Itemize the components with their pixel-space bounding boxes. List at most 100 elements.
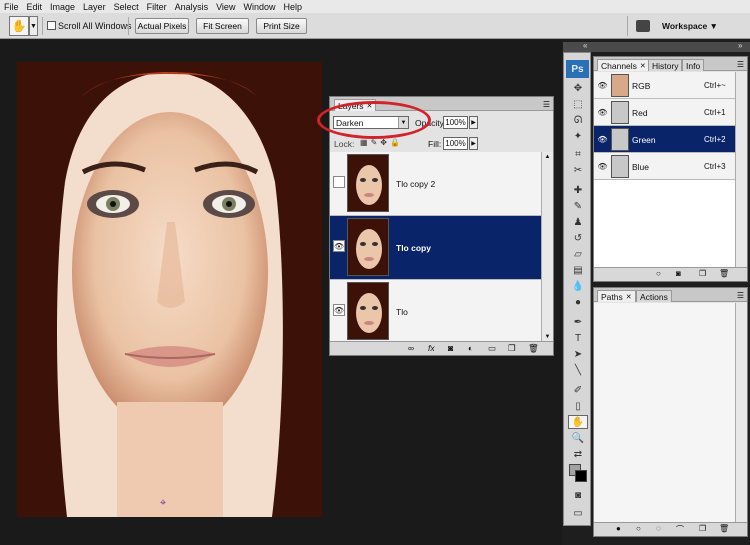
eye-icon[interactable]: 👁 xyxy=(597,161,608,172)
background-color-swatch[interactable] xyxy=(575,470,587,482)
eye-icon[interactable]: 👁 xyxy=(597,107,608,118)
tab-channels[interactable]: Channels ✕ xyxy=(597,59,650,71)
load-path-selection-icon[interactable]: ◌ xyxy=(656,524,661,533)
line-tool-icon[interactable]: ╲ xyxy=(568,363,588,377)
eyedropper-icon[interactable]: ✐ xyxy=(568,383,588,397)
swap-colors-icon[interactable]: ⇄ xyxy=(568,447,588,461)
screen-mode-icon[interactable]: ▭ xyxy=(568,506,588,520)
hand-tool-preset-button[interactable]: ✋ xyxy=(9,16,29,36)
trash-icon[interactable]: 🗑 xyxy=(719,269,729,278)
magic-wand-icon[interactable]: ✦ xyxy=(568,129,588,143)
opacity-slider-toggle[interactable]: ▶ xyxy=(469,116,478,129)
healing-brush-icon[interactable]: ✚ xyxy=(568,183,588,197)
tab-paths[interactable]: Paths ✕ xyxy=(597,290,636,302)
menu-help[interactable]: Help xyxy=(283,2,302,12)
eye-icon[interactable]: 👁 xyxy=(333,304,345,316)
slice-tool-icon[interactable]: ✂ xyxy=(568,163,588,177)
panel-menu-icon[interactable]: ☰ xyxy=(543,100,550,109)
lock-buttons[interactable]: ▦✎✥🔒 xyxy=(360,138,403,147)
new-layer-icon[interactable]: ❐ xyxy=(508,343,516,354)
channels-scrollbar[interactable] xyxy=(735,72,747,267)
link-icon[interactable]: ∞ xyxy=(408,343,414,353)
lock-all-icon[interactable]: 🔒 xyxy=(390,138,403,147)
notes-tool-icon[interactable]: ▯ xyxy=(568,399,588,413)
expand-icon[interactable]: » xyxy=(738,41,742,50)
menu-edit[interactable]: Edit xyxy=(27,2,43,12)
clone-stamp-icon[interactable]: ♟ xyxy=(568,215,588,229)
marquee-tool-icon[interactable]: ⬚ xyxy=(568,97,588,111)
scroll-all-windows-checkbox[interactable] xyxy=(47,21,56,30)
tool-preset-dropdown[interactable]: ▼ xyxy=(29,16,38,36)
panel-menu-icon[interactable]: ☰ xyxy=(737,291,744,300)
channel-row-rgb[interactable]: 👁 RGB Ctrl+~ xyxy=(594,72,736,99)
gradient-tool-icon[interactable]: ▤ xyxy=(568,263,588,277)
trash-icon[interactable]: 🗑 xyxy=(719,524,729,533)
tab-history[interactable]: History xyxy=(648,59,683,71)
opacity-input[interactable]: 100% xyxy=(443,116,468,129)
mask-icon[interactable]: ◙ xyxy=(448,343,453,353)
stroke-path-icon[interactable]: ○ xyxy=(636,524,641,533)
lock-position-icon[interactable]: ✥ xyxy=(380,138,390,147)
lasso-tool-icon[interactable]: ᘏ xyxy=(568,113,588,127)
menu-select[interactable]: Select xyxy=(114,2,139,12)
channel-row-blue[interactable]: 👁 Blue Ctrl+3 xyxy=(594,153,736,180)
actual-pixels-button[interactable]: Actual Pixels xyxy=(135,18,189,34)
new-channel-icon[interactable]: ❐ xyxy=(699,269,706,278)
collapse-icon[interactable]: « xyxy=(583,41,587,50)
load-selection-icon[interactable]: ○ xyxy=(656,269,661,278)
fill-path-icon[interactable]: ● xyxy=(616,524,621,533)
quick-mask-icon[interactable]: ◙ xyxy=(568,488,588,502)
pen-tool-icon[interactable]: ✒ xyxy=(568,315,588,329)
menu-file[interactable]: File xyxy=(4,2,19,12)
close-icon[interactable]: ✕ xyxy=(640,62,646,70)
layer-row-tlo-copy-2[interactable]: Tlo copy 2 xyxy=(330,152,543,216)
paths-scrollbar[interactable] xyxy=(735,303,747,523)
fx-icon[interactable]: fx xyxy=(428,343,435,353)
panel-menu-icon[interactable]: ☰ xyxy=(737,60,744,69)
menu-analysis[interactable]: Analysis xyxy=(175,2,209,12)
history-brush-icon[interactable]: ↺ xyxy=(568,231,588,245)
menu-layer[interactable]: Layer xyxy=(83,2,106,12)
crop-tool-icon[interactable]: ⌗ xyxy=(568,147,588,161)
channel-row-green[interactable]: 👁 Green Ctrl+2 xyxy=(594,126,736,153)
chevron-up-icon[interactable]: ▲ xyxy=(542,152,553,162)
layer-row-tlo[interactable]: 👁 Tlo xyxy=(330,280,543,344)
make-work-path-icon[interactable]: ⌒ xyxy=(676,524,684,535)
eraser-tool-icon[interactable]: ▱ xyxy=(568,247,588,261)
workspace-icon[interactable] xyxy=(636,20,650,32)
new-path-icon[interactable]: ❐ xyxy=(699,524,706,533)
adjustment-icon[interactable]: ◐ xyxy=(468,343,473,353)
type-tool-icon[interactable]: T xyxy=(568,331,588,345)
print-size-button[interactable]: Print Size xyxy=(256,18,307,34)
zoom-tool-icon[interactable]: 🔍 xyxy=(568,431,588,445)
channel-row-red[interactable]: 👁 Red Ctrl+1 xyxy=(594,99,736,126)
menu-image[interactable]: Image xyxy=(50,2,75,12)
dodge-tool-icon[interactable]: ● xyxy=(568,295,588,309)
path-selection-icon[interactable]: ➤ xyxy=(568,347,588,361)
menu-window[interactable]: Window xyxy=(243,2,275,12)
visibility-toggle[interactable] xyxy=(333,176,345,188)
menu-view[interactable]: View xyxy=(216,2,235,12)
menu-filter[interactable]: Filter xyxy=(147,2,167,12)
eye-icon[interactable]: 👁 xyxy=(597,80,608,91)
fit-screen-button[interactable]: Fit Screen xyxy=(196,18,249,34)
save-selection-icon[interactable]: ◙ xyxy=(676,269,681,278)
workspace-menu[interactable]: Workspace ▼ xyxy=(662,21,718,31)
eye-icon[interactable]: 👁 xyxy=(333,240,345,252)
close-icon[interactable]: ✕ xyxy=(626,293,632,301)
lock-image-icon[interactable]: ✎ xyxy=(371,138,381,147)
tab-actions[interactable]: Actions xyxy=(636,290,672,302)
eye-icon[interactable]: 👁 xyxy=(597,134,608,145)
brush-tool-icon[interactable]: ✎ xyxy=(568,199,588,213)
hand-tool-icon[interactable]: ✋ xyxy=(568,415,588,429)
fill-slider-toggle[interactable]: ▶ xyxy=(469,137,478,150)
trash-icon[interactable]: 🗑 xyxy=(528,343,539,354)
lock-transparency-icon[interactable]: ▦ xyxy=(360,138,371,147)
fill-input[interactable]: 100% xyxy=(443,137,468,150)
move-tool-icon[interactable]: ✥ xyxy=(568,81,588,95)
layer-row-tlo-copy[interactable]: 👁 Tlo copy xyxy=(330,216,543,280)
layers-scrollbar[interactable]: ▲ ▼ xyxy=(541,152,553,342)
blur-tool-icon[interactable]: 💧 xyxy=(568,279,588,293)
folder-icon[interactable]: ▭ xyxy=(488,343,496,354)
tab-info[interactable]: Info xyxy=(682,59,705,71)
